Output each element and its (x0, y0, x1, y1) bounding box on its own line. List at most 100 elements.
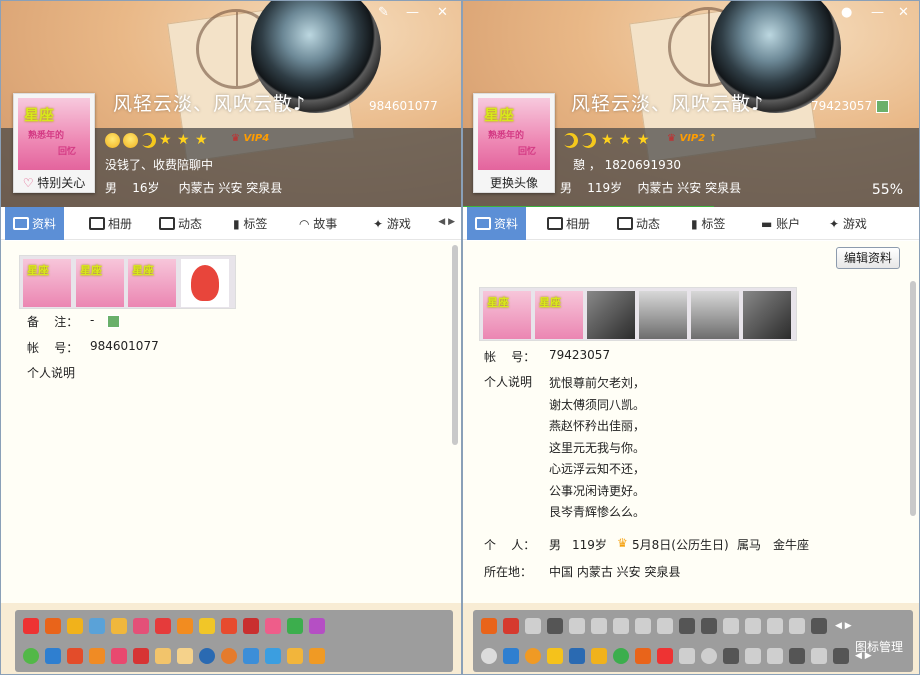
photo-thumbnail[interactable]: 星座 (76, 259, 124, 307)
gem-icon[interactable] (89, 618, 105, 634)
tab-album[interactable]: 相册 (547, 207, 590, 240)
paipai-icon[interactable] (265, 648, 281, 664)
diamond-icon[interactable] (45, 618, 61, 634)
penguin-icon[interactable] (67, 618, 83, 634)
gem-icon[interactable] (767, 618, 783, 634)
face-icon[interactable] (723, 648, 739, 664)
paipai-orange-icon[interactable] (309, 648, 325, 664)
house-icon[interactable] (133, 648, 149, 664)
hearts-icon[interactable] (525, 618, 541, 634)
book-icon[interactable] (177, 618, 193, 634)
tab-feed[interactable]: 动态 (617, 207, 660, 240)
gem-icon[interactable] (591, 618, 607, 634)
heart-icon[interactable] (679, 618, 695, 634)
gem-icon[interactable] (657, 618, 673, 634)
tab-account[interactable]: ▬ 账户 (761, 207, 800, 240)
close-icon[interactable]: ✕ (437, 5, 448, 20)
shield-icon[interactable] (503, 648, 519, 664)
photo-thumbnail[interactable] (639, 291, 687, 339)
book-icon[interactable] (701, 618, 717, 634)
music-icon[interactable] (723, 618, 739, 634)
wechat-icon[interactable] (23, 648, 39, 664)
video-icon[interactable] (789, 648, 805, 664)
photo-thumbnail[interactable]: 星座 (535, 291, 583, 339)
cat-icon[interactable] (155, 648, 171, 664)
diamond-icon[interactable] (745, 618, 761, 634)
photo-icon[interactable] (243, 648, 259, 664)
music-icon[interactable] (199, 618, 215, 634)
scrollbar[interactable] (910, 281, 916, 516)
special-care-button[interactable]: ♡ 特别关心 (14, 174, 94, 191)
tab-profile[interactable]: 资料 (467, 207, 527, 240)
gem-icon[interactable] (569, 618, 585, 634)
diamond-icon[interactable] (547, 618, 563, 634)
tab-profile[interactable]: 资料 (5, 207, 65, 240)
pet-icon[interactable] (89, 648, 105, 664)
tencent-icon[interactable] (67, 648, 83, 664)
minimize-icon[interactable]: — (871, 5, 884, 20)
paipai-icon[interactable] (525, 648, 541, 664)
photo-thumbnail[interactable]: 星座 (128, 259, 176, 307)
close-icon[interactable]: ✕ (898, 5, 909, 20)
vip-badge[interactable]: ♛ VIP4 (231, 133, 269, 144)
photo-thumbnail[interactable]: 星座 (483, 291, 531, 339)
pet-icon[interactable] (635, 648, 651, 664)
red-diamond-icon[interactable] (221, 618, 237, 634)
browser-icon[interactable] (221, 648, 237, 664)
photo-thumbnail[interactable] (691, 291, 739, 339)
change-avatar-button[interactable]: 更换头像 (474, 174, 554, 191)
shield-icon[interactable] (45, 648, 61, 664)
gift-icon[interactable] (657, 648, 673, 664)
penguin-icon[interactable] (591, 648, 607, 664)
app-icon[interactable] (679, 648, 695, 664)
pink-diamond-icon[interactable] (265, 618, 281, 634)
cube-icon[interactable] (745, 648, 761, 664)
tab-tags[interactable]: ▮ 标签 (691, 207, 725, 240)
edit-profile-button[interactable]: 编辑资料 (835, 247, 900, 269)
skin-icon[interactable]: ● (841, 5, 852, 20)
minimize-icon[interactable]: — (406, 5, 419, 20)
avatar[interactable]: 星座 熟悉年的 回忆 ♡ 特别关心 (13, 93, 95, 193)
paintbrush-icon[interactable]: ✎ (378, 5, 389, 20)
game-icon[interactable] (613, 648, 629, 664)
star-icon[interactable] (547, 648, 563, 664)
tab-games[interactable]: ✦ 游戏 (373, 207, 411, 240)
group-icon[interactable] (111, 648, 127, 664)
bird-icon[interactable] (789, 618, 805, 634)
vip-badge[interactable]: ♛ VIP2 ↑ (667, 133, 717, 144)
photo-thumbnail[interactable]: 星座 (23, 259, 71, 307)
cloud-icon[interactable] (177, 648, 193, 664)
grid-icon[interactable] (811, 618, 827, 634)
grid-icon[interactable] (833, 648, 849, 664)
avatar[interactable]: 星座 熟悉年的 回忆 更换头像 (473, 93, 555, 193)
game-icon[interactable] (199, 648, 215, 664)
tab-games[interactable]: ✦ 游戏 (829, 207, 867, 240)
gem-icon[interactable] (635, 618, 651, 634)
edit-remark-icon[interactable] (107, 315, 120, 328)
tab-story[interactable]: ◠ 故事 (299, 207, 337, 240)
heart-icon[interactable] (155, 618, 171, 634)
photo-icon[interactable] (569, 648, 585, 664)
camera-icon[interactable] (481, 648, 497, 664)
icon-manager-button[interactable]: 图标管理 (855, 638, 903, 655)
green-diamond-icon[interactable] (287, 618, 303, 634)
page-arrows[interactable]: ◀ ▶ (835, 621, 852, 631)
app-icon[interactable] (701, 648, 717, 664)
pet-icon[interactable] (811, 648, 827, 664)
gem-icon[interactable] (613, 618, 629, 634)
coupon-icon[interactable] (287, 648, 303, 664)
tab-album[interactable]: 相册 (89, 207, 132, 240)
photo-thumbnail[interactable] (743, 291, 791, 339)
edit-icon[interactable] (875, 100, 889, 113)
penguin-icon[interactable] (481, 618, 497, 634)
qq-show-icon[interactable] (503, 618, 519, 634)
crown-icon[interactable] (243, 618, 259, 634)
building-icon[interactable] (767, 648, 783, 664)
vip-icon[interactable] (111, 618, 127, 634)
love-icon[interactable] (133, 618, 149, 634)
hearts-icon[interactable] (23, 618, 39, 634)
tab-scroll-arrows[interactable]: ◀ ▶ (438, 217, 455, 227)
tab-tags[interactable]: ▮ 标签 (233, 207, 267, 240)
photo-thumbnail[interactable] (181, 259, 229, 307)
tab-feed[interactable]: 动态 (159, 207, 202, 240)
